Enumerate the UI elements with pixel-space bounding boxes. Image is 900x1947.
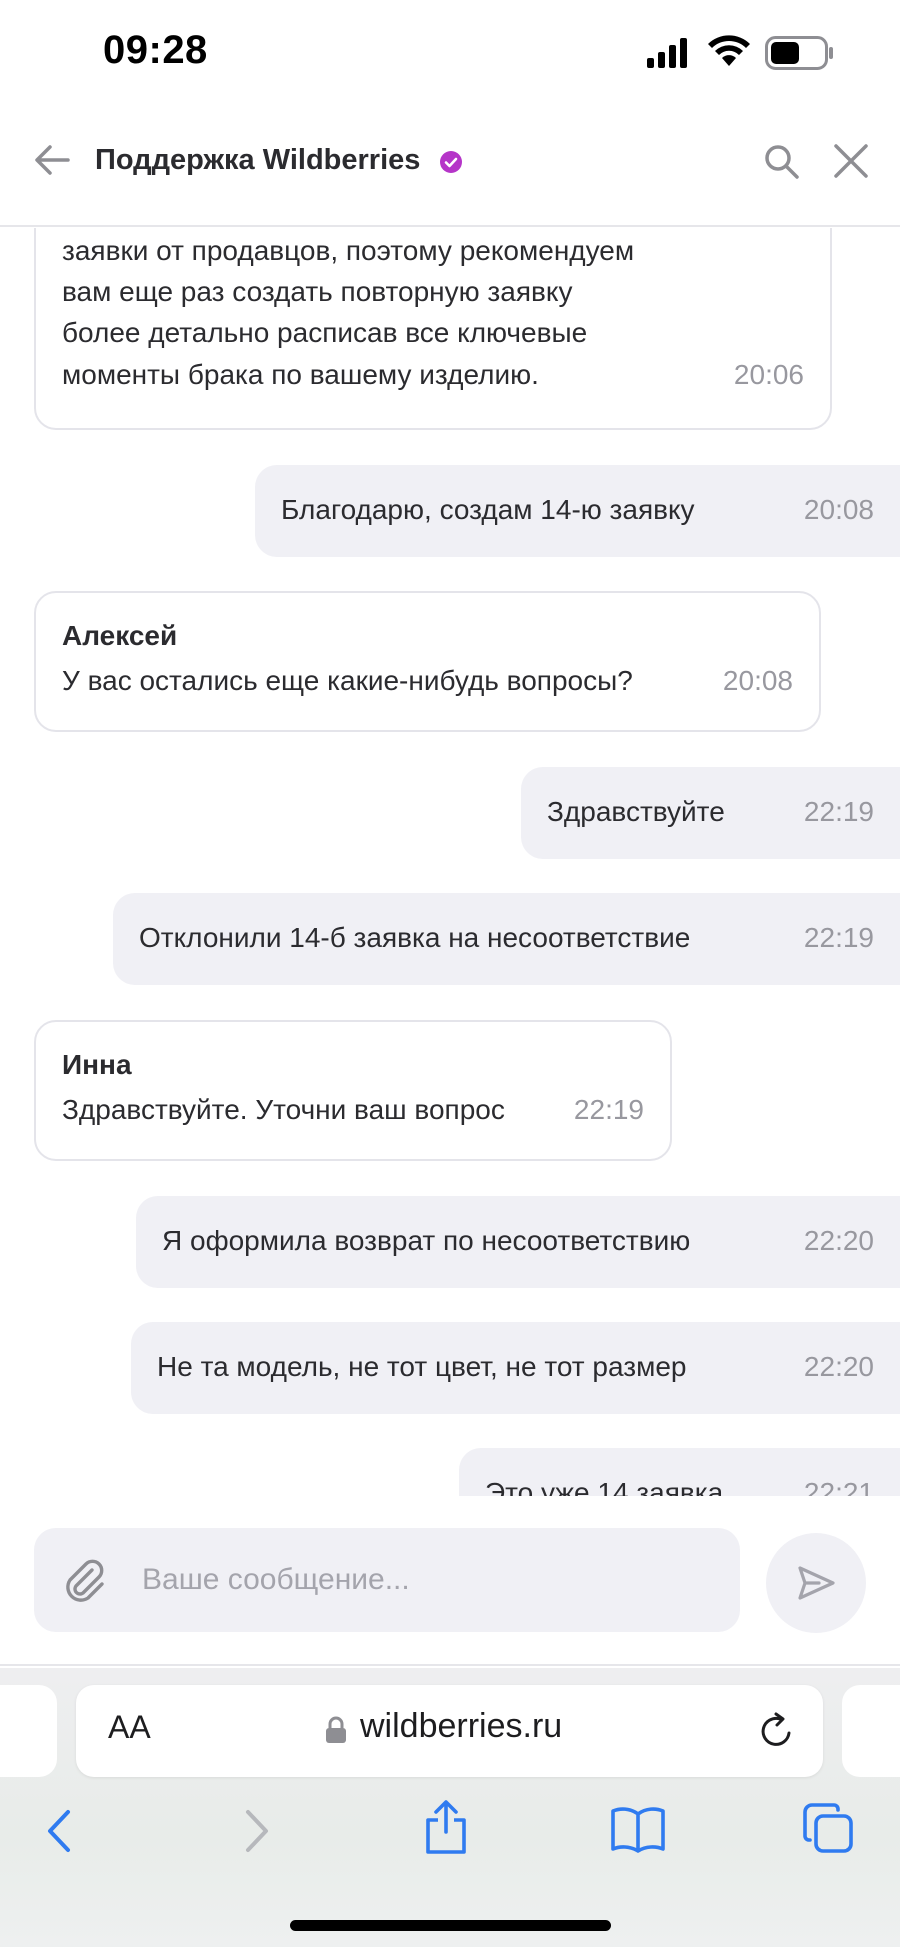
url-text: wildberries.ru	[360, 1707, 563, 1745]
message-time: 22:19	[573, 1094, 644, 1125]
status-bar: 09:28	[0, 0, 900, 110]
message-time: 22:19	[803, 796, 874, 827]
browser-toolbar: AA wildberries.ru	[0, 1668, 900, 1947]
next-tab-preview[interactable]	[842, 1685, 900, 1777]
home-indicator	[290, 1920, 611, 1931]
message-text: Отклонили 14-б заявка на несоответствие	[139, 922, 691, 953]
message-text: Здравствуйте. Уточни ваш вопрос	[62, 1094, 505, 1125]
browser-forward-icon[interactable]	[236, 1806, 276, 1856]
message-outgoing: Здравствуйте 22:19	[521, 767, 900, 859]
address-bar[interactable]: AA wildberries.ru	[76, 1685, 823, 1777]
message-sender: Алексей	[62, 620, 178, 651]
status-time: 09:28	[103, 28, 208, 72]
message-time: 22:21	[803, 1477, 874, 1496]
previous-tab-preview[interactable]	[0, 1685, 57, 1777]
message-text: Благодарю, создам 14-ю заявку	[281, 494, 695, 525]
tabs-icon[interactable]	[802, 1802, 854, 1854]
message-outgoing: Я оформила возврат по несоответствию 22:…	[136, 1196, 900, 1288]
message-text: Я оформила возврат по несоответствию	[162, 1225, 691, 1256]
chat-header: Поддержка Wildberries	[0, 110, 900, 227]
message-time: 22:20	[803, 1225, 874, 1256]
reload-icon[interactable]	[756, 1711, 796, 1751]
reader-mode-label: AA	[108, 1709, 151, 1745]
message-incoming: Инна Здравствуйте. Уточни ваш вопрос 22:…	[34, 1020, 672, 1161]
message-outgoing: Это уже 14 заявка 22:21	[459, 1448, 900, 1496]
send-button[interactable]	[766, 1533, 866, 1633]
wifi-icon	[708, 35, 750, 66]
message-line: вам еще раз создать повторную заявку	[62, 276, 573, 307]
message-line: моменты брака по вашему изделию.	[62, 359, 539, 390]
close-icon[interactable]	[832, 142, 870, 180]
message-list[interactable]: заявки от продавцов, поэтому рекомендуем…	[0, 228, 900, 1496]
paperclip-icon[interactable]	[62, 1558, 108, 1604]
message-time: 22:20	[803, 1351, 874, 1382]
message-outgoing: Благодарю, создам 14-ю заявку 20:08	[255, 465, 900, 557]
message-sender: Инна	[62, 1049, 132, 1080]
message-composer	[0, 1496, 900, 1666]
battery-icon	[765, 36, 833, 70]
message-time: 20:08	[722, 665, 793, 696]
send-icon	[798, 1566, 835, 1600]
chat-title: Поддержка Wildberries	[95, 144, 421, 176]
search-icon[interactable]	[762, 142, 800, 180]
message-line: более детально расписав все ключевые	[62, 317, 588, 348]
browser-back-icon[interactable]	[40, 1806, 80, 1856]
message-time: 22:19	[803, 922, 874, 953]
back-arrow-icon[interactable]	[32, 140, 72, 180]
reader-mode-button[interactable]: AA	[108, 1709, 151, 1746]
message-text: У вас остались еще какие-нибудь вопросы?	[62, 665, 633, 696]
message-text: Не та модель, не тот цвет, не тот размер	[157, 1351, 687, 1382]
bookmarks-icon[interactable]	[610, 1804, 666, 1854]
message-text: Здравствуйте	[547, 796, 725, 827]
message-text: Это уже 14 заявка	[485, 1477, 724, 1496]
verified-badge-icon	[440, 151, 462, 173]
message-incoming: Алексей У вас остались еще какие-нибудь …	[34, 591, 821, 732]
message-outgoing: Отклонили 14-б заявка на несоответствие …	[113, 893, 900, 985]
message-time: 20:06	[733, 359, 804, 390]
message-field[interactable]	[34, 1528, 740, 1632]
message-input[interactable]	[142, 1528, 722, 1632]
message-time: 20:08	[803, 494, 874, 525]
message-line: заявки от продавцов, поэтому рекомендуем	[62, 235, 635, 266]
message-incoming: заявки от продавцов, поэтому рекомендуем…	[34, 228, 832, 430]
cellular-signal-icon	[647, 38, 687, 68]
share-icon[interactable]	[422, 1798, 470, 1856]
message-outgoing: Не та модель, не тот цвет, не тот размер…	[131, 1322, 900, 1414]
lock-icon	[326, 1716, 346, 1743]
page: 09:28 Поддержка Wildberries заявки от пр…	[0, 0, 900, 1947]
